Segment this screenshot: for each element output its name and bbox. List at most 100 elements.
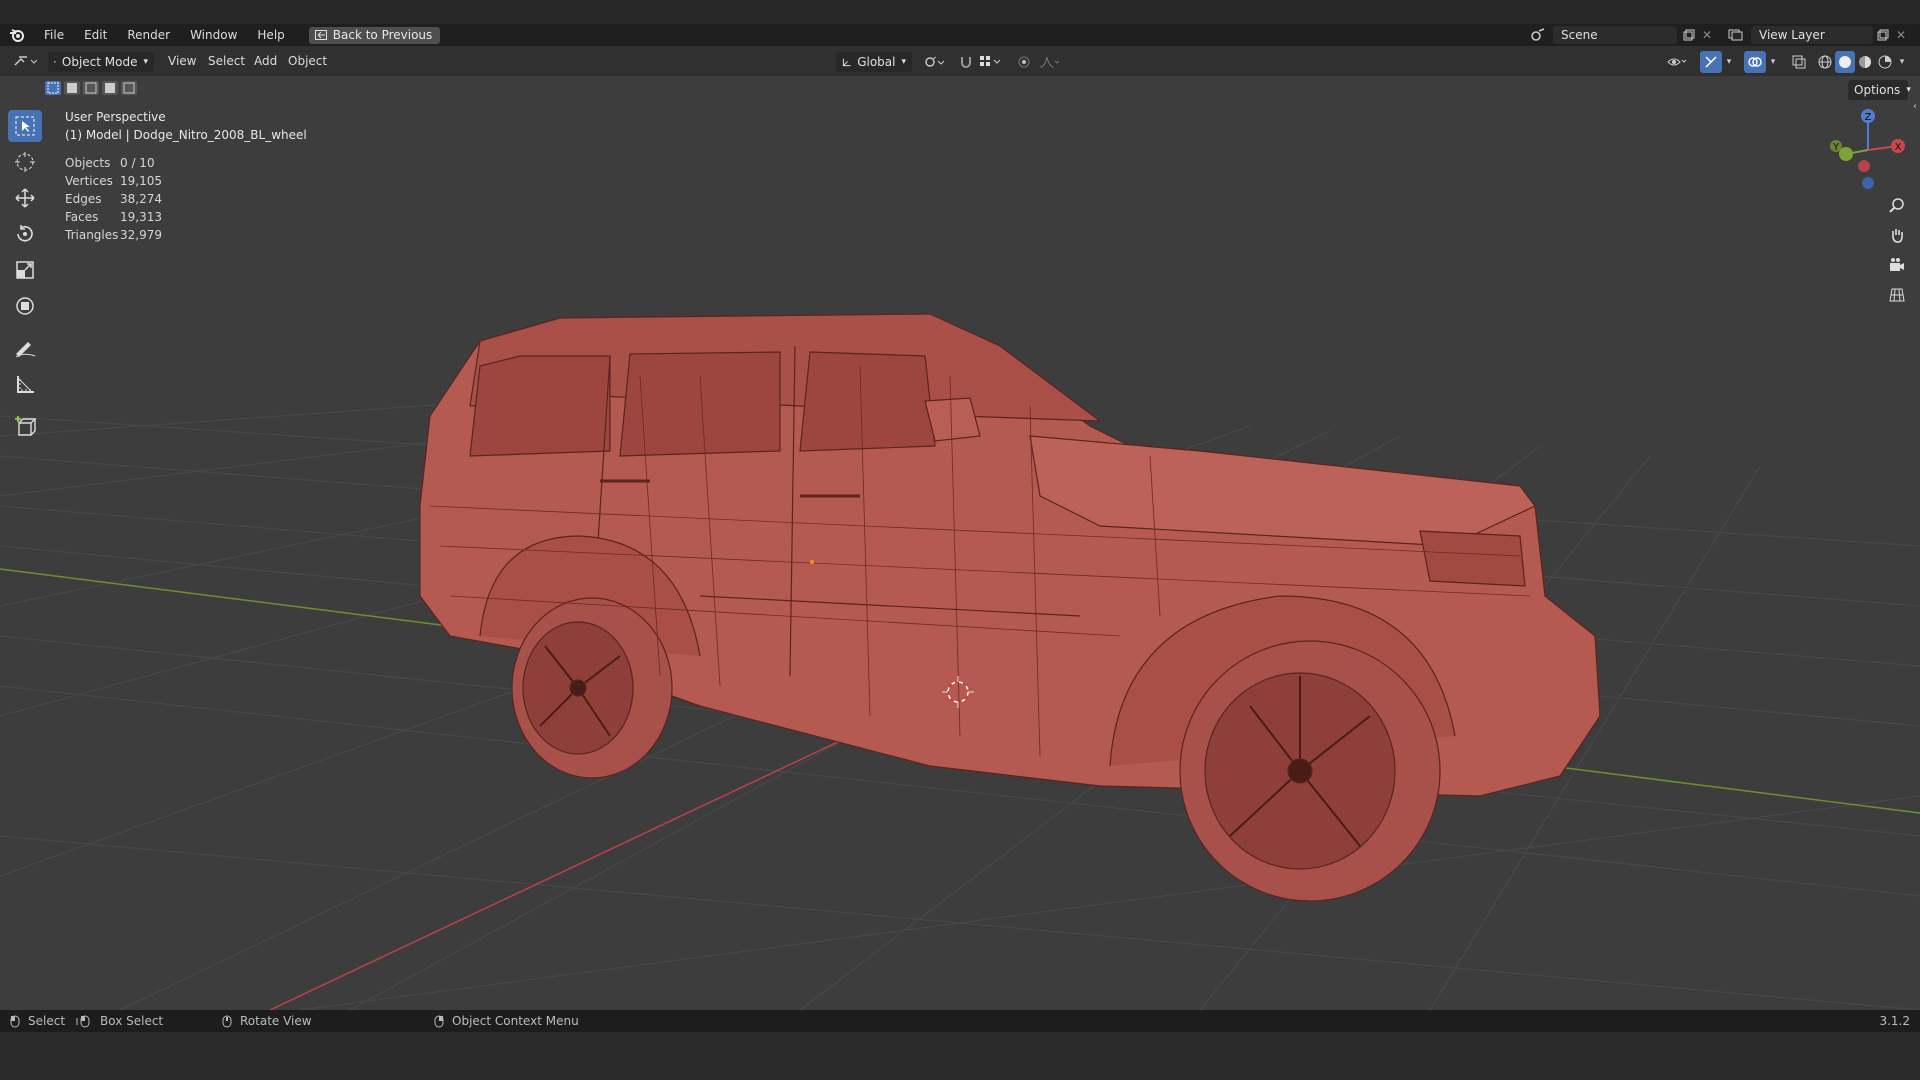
header-menu-select[interactable]: Select <box>208 54 245 68</box>
wireframe-shading-icon[interactable] <box>1815 52 1835 72</box>
measure-tool[interactable] <box>8 368 42 400</box>
new-view-layer-icon[interactable] <box>1874 26 1892 44</box>
scale-tool[interactable] <box>8 254 42 286</box>
stat-label: Triangles <box>65 228 119 242</box>
object-mode-label: Object Mode <box>61 55 138 69</box>
close-view-layer-icon[interactable]: ✕ <box>1893 26 1909 44</box>
new-scene-icon[interactable] <box>1680 26 1698 44</box>
scene-name-field[interactable]: Scene <box>1553 26 1677 44</box>
gizmo-z-label: Z <box>1865 112 1872 123</box>
menu-file[interactable]: File <box>34 28 74 42</box>
scene-statistics: Objects 0 / 10 Vertices 19,105 Edges 38,274… <box>65 154 162 244</box>
rotate-tool[interactable] <box>8 218 42 250</box>
options-dropdown[interactable]: Options ▾ <box>1848 80 1911 100</box>
stat-label: Edges <box>65 192 102 206</box>
transform-orientation-dropdown[interactable]: Global ▾ <box>836 52 912 72</box>
mouse-middle-icon <box>222 1015 232 1027</box>
header-menu-object[interactable]: Object <box>288 54 327 68</box>
header-menu-add[interactable]: Add <box>254 54 277 68</box>
chevron-down-icon: ▾ <box>1906 85 1911 95</box>
orientation-label: Global <box>857 55 896 69</box>
object-mode-icon <box>54 61 56 63</box>
stat-label: Faces <box>65 210 99 224</box>
status-select-hint: Select <box>10 1014 65 1028</box>
perspective-label: User Perspective <box>65 110 166 124</box>
select-cursor-icon <box>15 116 35 136</box>
viewport-info: User Perspective (1) Model | Dodge_Nitro… <box>65 108 307 144</box>
stat-value: 0 / 10 <box>120 156 155 170</box>
navigation-gizmo[interactable]: Z X Y <box>1826 106 1916 196</box>
material-shading-icon[interactable] <box>1855 52 1875 72</box>
menu-render[interactable]: Render <box>117 28 180 42</box>
stat-row: Objects 0 / 10 <box>65 154 162 172</box>
gizmo-y-label: Y <box>1832 142 1840 153</box>
proportional-editing-icon[interactable] <box>1014 52 1034 72</box>
transform-icon <box>16 297 34 315</box>
sidebar-toggle-icon[interactable]: ‹ <box>1910 96 1920 116</box>
status-box-select-hint: Box Select <box>76 1014 163 1028</box>
stat-label: Objects <box>65 156 111 170</box>
perspective-toggle-icon[interactable] <box>1884 282 1910 308</box>
status-context-label: Object Context Menu <box>452 1014 579 1028</box>
scene-icon[interactable] <box>1524 26 1552 44</box>
overlays-toggle-icon[interactable] <box>1744 51 1766 73</box>
add-cube-icon <box>15 416 36 436</box>
falloff-icon[interactable] <box>1036 52 1064 72</box>
editor-type-icon[interactable] <box>8 51 42 71</box>
object-mode-dropdown[interactable]: Object Mode ▾ <box>48 52 154 72</box>
orientation-icon <box>842 58 851 66</box>
xray-icon[interactable] <box>1788 52 1810 72</box>
window-title-strip <box>0 0 1920 24</box>
zoom-icon[interactable] <box>1884 192 1910 218</box>
scene-name: Scene <box>1561 28 1598 42</box>
selection-mode-buttons[interactable] <box>44 80 144 96</box>
camera-view-icon[interactable] <box>1884 252 1910 278</box>
view-layer-icon[interactable] <box>1722 26 1750 44</box>
mouse-left-icon <box>10 1015 20 1027</box>
overlays-dropdown-icon[interactable]: ▾ <box>1766 52 1780 72</box>
pivot-point-icon[interactable] <box>920 52 948 72</box>
stat-row: Triangles 32,979 <box>65 226 162 244</box>
visibility-icon[interactable] <box>1664 52 1692 72</box>
select-box-tool[interactable] <box>8 110 42 142</box>
bottom-band <box>0 1032 1920 1080</box>
rendered-shading-icon[interactable] <box>1875 52 1895 72</box>
stat-row: Faces 19,313 <box>65 208 162 226</box>
gizmo-x-label: X <box>1895 142 1902 153</box>
status-rotate-hint: Rotate View <box>222 1014 312 1028</box>
scale-icon <box>16 261 34 279</box>
transform-tool[interactable] <box>8 290 42 322</box>
mouse-right-icon <box>434 1015 444 1027</box>
menu-window[interactable]: Window <box>180 28 247 42</box>
menu-edit[interactable]: Edit <box>74 28 117 42</box>
car-model[interactable] <box>419 313 1601 902</box>
gizmo-dropdown-icon[interactable]: ▾ <box>1722 52 1736 72</box>
snap-target-icon[interactable] <box>976 52 1006 72</box>
snap-icon[interactable] <box>956 52 976 72</box>
menu-help[interactable]: Help <box>247 28 294 42</box>
back-to-previous-button[interactable]: Back to Previous <box>308 26 441 44</box>
3d-viewport[interactable]: Options ▾ Z X Y ‹ <box>0 76 1920 1010</box>
solid-shading-icon[interactable] <box>1835 51 1855 73</box>
header-menu-view[interactable]: View <box>168 54 196 68</box>
move-arrows-icon <box>15 188 35 208</box>
shading-dropdown-icon[interactable]: ▾ <box>1895 52 1909 72</box>
status-select-label: Select <box>28 1014 66 1028</box>
version-label: 3.1.2 <box>1879 1014 1910 1028</box>
chevron-down-icon: ▾ <box>143 57 148 67</box>
close-scene-icon[interactable]: ✕ <box>1699 26 1715 44</box>
cursor-tool[interactable] <box>8 146 42 178</box>
active-object-label: (1) Model | Dodge_Nitro_2008_BL_wheel <box>65 128 307 142</box>
blender-logo-icon[interactable] <box>0 28 34 42</box>
pan-hand-icon[interactable] <box>1884 222 1910 248</box>
status-context-hint: Object Context Menu <box>434 1014 579 1028</box>
add-cube-tool[interactable] <box>8 410 42 442</box>
view-layer-field[interactable]: View Layer <box>1751 26 1873 44</box>
object-origin <box>810 560 814 564</box>
move-tool[interactable] <box>8 182 42 214</box>
pencil-icon <box>15 342 36 358</box>
gizmo-toggle-icon[interactable] <box>1700 51 1722 73</box>
stat-value: 19,105 <box>120 174 162 188</box>
annotate-tool[interactable] <box>8 332 42 364</box>
viewport-scene <box>0 313 1920 1010</box>
